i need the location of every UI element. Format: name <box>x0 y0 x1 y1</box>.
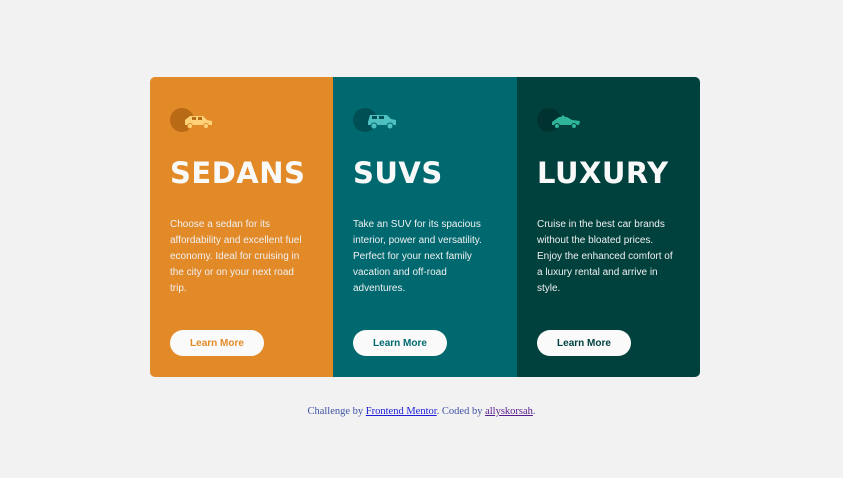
card-suvs: SUVS Take an SUV for its spacious interi… <box>333 77 517 377</box>
card-group: SEDANS Choose a sedan for its affordabil… <box>150 77 700 377</box>
attribution-suffix: . <box>532 406 536 417</box>
page: SEDANS Choose a sedan for its affordabil… <box>0 0 843 478</box>
luxury-car-icon <box>537 107 583 133</box>
frontend-mentor-link[interactable]: Frontend Mentor <box>366 406 437 417</box>
suv-car-icon <box>353 107 399 133</box>
learn-more-button-suvs[interactable]: Learn More <box>353 330 447 356</box>
learn-more-button-sedans[interactable]: Learn More <box>170 330 264 356</box>
card-title-suvs: SUVS <box>353 156 443 190</box>
card-title-sedans: SEDANS <box>170 156 306 190</box>
sedan-car-icon <box>170 107 216 133</box>
card-title-luxury: LUXURY <box>537 156 669 190</box>
attribution-prefix: Challenge by <box>307 406 366 417</box>
card-description-sedans: Choose a sedan for its affordability and… <box>170 219 302 294</box>
attribution: Challenge by Frontend Mentor. Coded by a… <box>0 406 843 417</box>
card-sedans: SEDANS Choose a sedan for its affordabil… <box>150 77 333 377</box>
card-description-luxury: Cruise in the best car brands without th… <box>537 219 673 294</box>
attribution-middle: . Coded by <box>436 406 486 417</box>
learn-more-button-luxury[interactable]: Learn More <box>537 330 631 356</box>
author-link[interactable]: allyskorsah <box>485 406 533 417</box>
card-description-suvs: Take an SUV for its spacious interior, p… <box>353 219 482 294</box>
card-luxury: LUXURY Cruise in the best car brands wit… <box>517 77 700 377</box>
